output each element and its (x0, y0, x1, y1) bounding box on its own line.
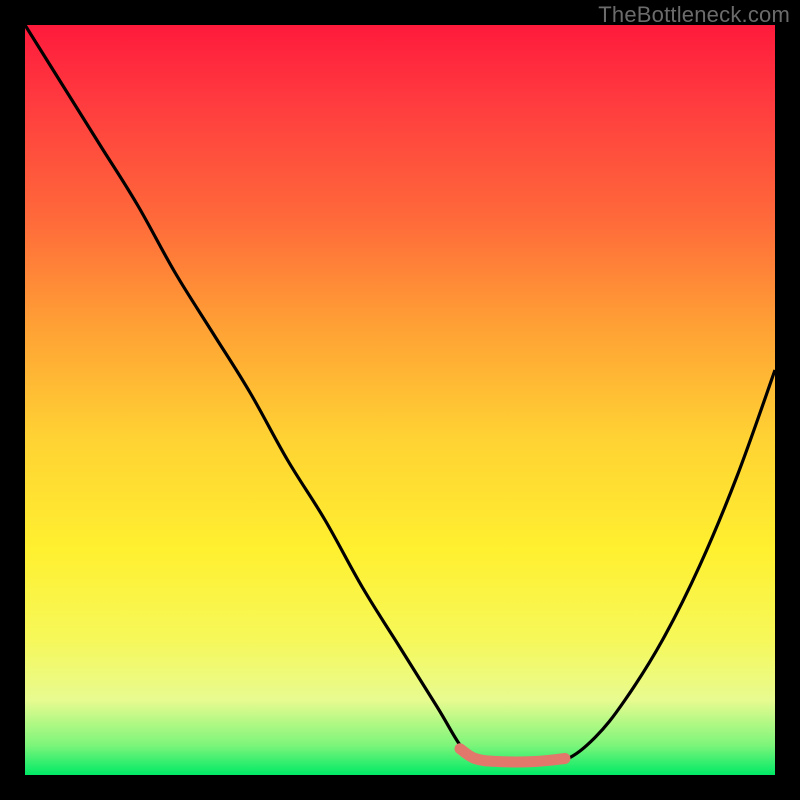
black-curve-path (25, 25, 775, 764)
plot-area (25, 25, 775, 775)
chart-svg (25, 25, 775, 775)
chart-frame: TheBottleneck.com (0, 0, 800, 800)
highlight-band-path (460, 749, 565, 762)
